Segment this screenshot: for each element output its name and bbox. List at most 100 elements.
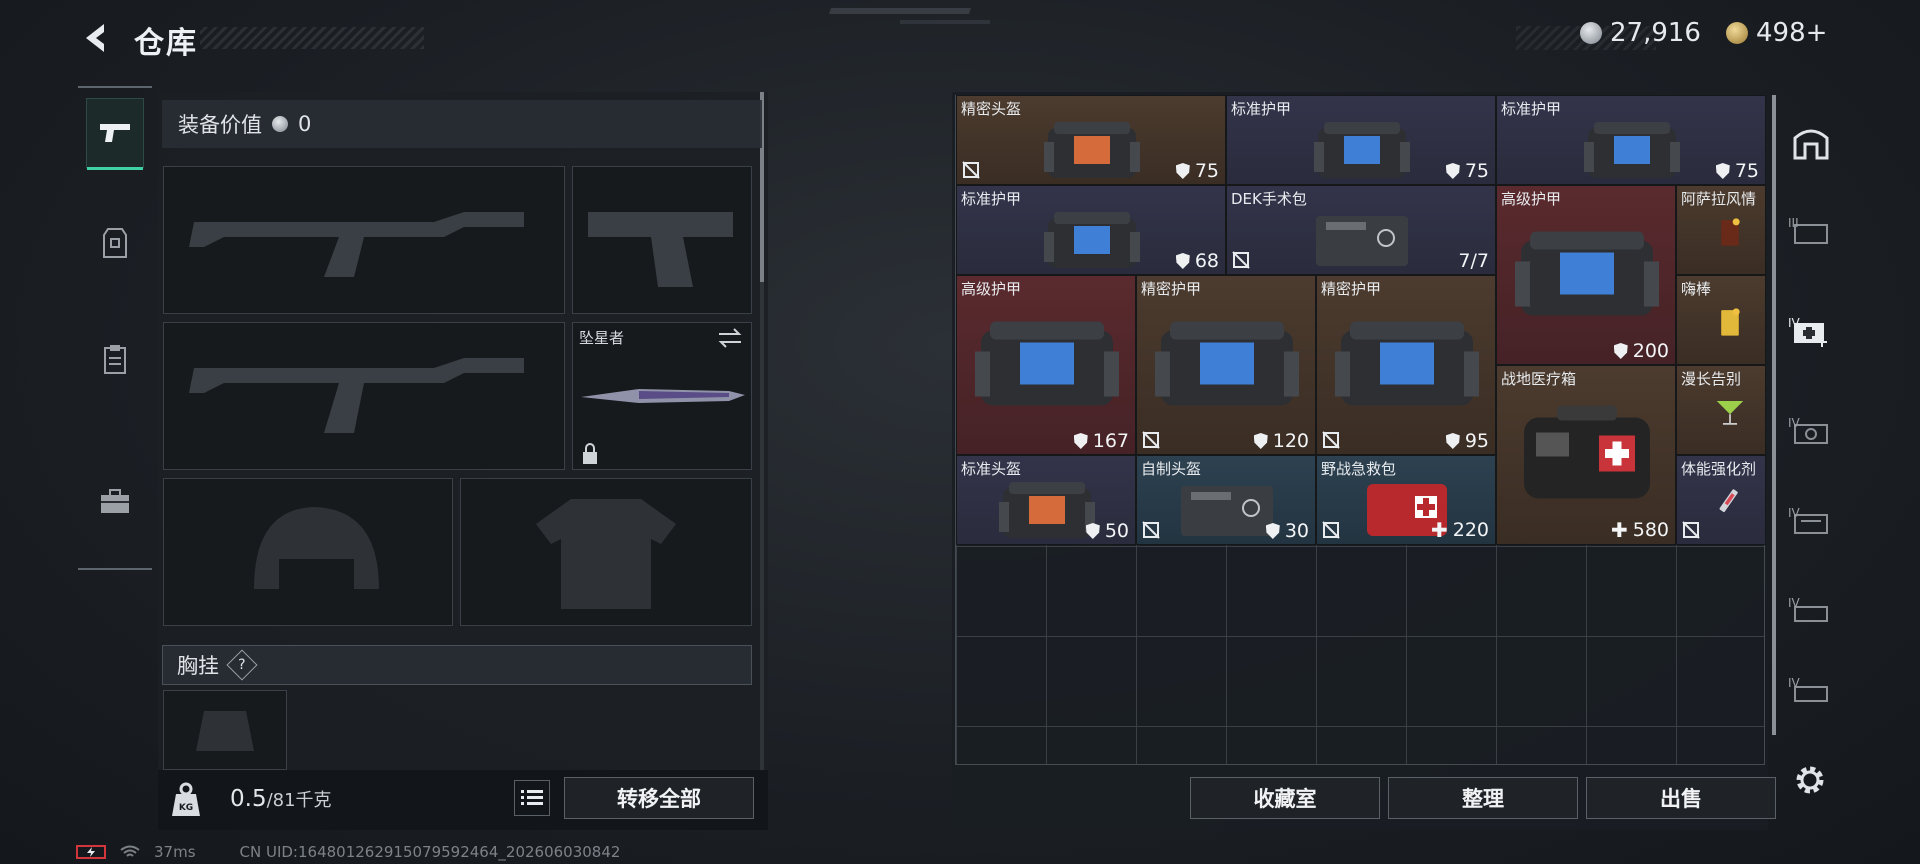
item-value: 580 <box>1632 519 1669 541</box>
nav-weapon-tab[interactable] <box>86 98 144 170</box>
swap-icon[interactable] <box>717 327 743 349</box>
melee-slot[interactable]: 坠星者 <box>572 322 752 470</box>
battery-icon <box>76 845 106 859</box>
primary-weapon-slot[interactable] <box>163 166 565 314</box>
item-durability: 167 <box>1073 430 1129 452</box>
transfer-all-button[interactable]: 转移全部 <box>564 777 754 819</box>
item-name: 高级护甲 <box>961 280 1022 298</box>
melee-name: 坠星者 <box>579 329 625 347</box>
silver-coin-icon <box>1580 22 1602 44</box>
gold-currency[interactable]: 498+ <box>1726 18 1827 48</box>
inventory-item[interactable]: 精密护甲 120 <box>1136 275 1316 455</box>
settings-button[interactable] <box>1792 762 1828 798</box>
inventory-item[interactable]: 标准护甲 75 <box>1496 95 1766 185</box>
inventory-item[interactable]: 漫长告别 <box>1676 365 1766 455</box>
armor-icon <box>1314 122 1410 178</box>
page-title: 仓库 <box>134 26 198 61</box>
inventory-item[interactable]: 战地医疗箱 ✚ 580 <box>1496 365 1676 545</box>
item-value: 30 <box>1284 520 1309 542</box>
rifle-silhouette-icon <box>189 212 524 277</box>
storage-tab-main[interactable] <box>1782 102 1840 182</box>
silver-amount: 27,916 <box>1610 18 1701 48</box>
chest-rig-slot[interactable] <box>163 690 287 770</box>
item-durability: 7/7 <box>1458 250 1489 272</box>
inventory-item[interactable]: 标准护甲 75 <box>1226 95 1496 185</box>
item-durability: ✚ 580 <box>1611 518 1669 542</box>
medical-box-icon <box>1524 405 1650 499</box>
item-value: 75 <box>1464 160 1489 182</box>
no-insurance-icon <box>1682 521 1700 539</box>
inventory-item[interactable]: 高级护甲 167 <box>956 275 1136 455</box>
inventory-item[interactable]: 标准护甲 68 <box>956 185 1226 275</box>
weight-readout: 0.5/81千克 <box>230 786 332 812</box>
inventory-item[interactable]: 精密头盔 75 <box>956 95 1226 185</box>
sell-button[interactable]: 出售 <box>1586 777 1776 819</box>
storage-tab-2[interactable]: III <box>1782 192 1840 272</box>
item-durability: 200 <box>1613 340 1669 362</box>
item-value: 75 <box>1734 160 1759 182</box>
inventory-item[interactable]: 野战急救包 ✚ 220 <box>1316 455 1496 545</box>
item-name: 精密护甲 <box>1141 280 1202 298</box>
lock-icon <box>583 443 597 464</box>
no-insurance-icon <box>962 161 980 179</box>
item-durability: ✚ 220 <box>1431 518 1489 542</box>
shield-icon <box>1085 523 1100 539</box>
item-value: 167 <box>1092 430 1129 452</box>
list-view-button[interactable] <box>514 780 550 816</box>
item-name: 阿萨拉风情 <box>1681 190 1757 208</box>
item-value: 68 <box>1194 250 1219 272</box>
shield-icon <box>1073 433 1088 449</box>
helmet-slot[interactable] <box>163 478 453 626</box>
helmet-silhouette-icon <box>254 507 379 589</box>
storage-tab-7[interactable]: IV <box>1782 652 1840 732</box>
clipboard-icon <box>104 345 126 374</box>
heal-icon: ✚ <box>1610 518 1628 542</box>
storage-tab-3[interactable]: IV <box>1782 292 1840 372</box>
pistol-slot[interactable] <box>572 166 752 314</box>
item-name: 自制头盔 <box>1141 460 1202 478</box>
item-durability: 95 <box>1445 430 1489 452</box>
collection-button[interactable]: 收藏室 <box>1190 777 1380 819</box>
inventory-item[interactable]: DEK手术包 7/7 <box>1226 185 1496 275</box>
body-armor-slot[interactable] <box>460 478 752 626</box>
inventory-item[interactable]: 阿萨拉风情 <box>1676 185 1766 275</box>
nav-armor-tab[interactable] <box>86 208 144 278</box>
help-icon[interactable]: ? <box>226 649 258 681</box>
knife-icon <box>581 389 745 403</box>
drink-icon <box>1721 218 1740 246</box>
chest-rig-header: 胸挂 ? <box>162 645 752 685</box>
no-insurance-icon <box>1322 431 1340 449</box>
item-durability: 75 <box>1445 160 1489 182</box>
weight-max: /81千克 <box>266 790 332 811</box>
drink-icon <box>1721 308 1740 336</box>
nav-backpack-tab[interactable] <box>86 324 144 394</box>
item-durability: 75 <box>1175 160 1219 182</box>
gear-icon <box>1796 766 1824 794</box>
storage-tab-5[interactable]: IV <box>1782 482 1840 562</box>
inventory-item[interactable]: 嗨棒 <box>1676 275 1766 365</box>
secondary-weapon-slot[interactable] <box>163 322 565 470</box>
storage-scrollbar[interactable] <box>1772 95 1776 735</box>
item-value: 50 <box>1104 520 1129 542</box>
inventory-item[interactable]: 自制头盔 30 <box>1136 455 1316 545</box>
silver-currency[interactable]: 27,916 <box>1580 18 1701 48</box>
storage-tab-6[interactable]: IV <box>1782 572 1840 652</box>
organize-button[interactable]: 整理 <box>1388 777 1578 819</box>
item-name: 嗨棒 <box>1681 280 1712 298</box>
nav-case-tab[interactable] <box>86 466 144 536</box>
item-durability: 50 <box>1085 520 1129 542</box>
inventory-item[interactable]: 体能强化剂 <box>1676 455 1766 545</box>
inventory-item[interactable]: 标准头盔 50 <box>956 455 1136 545</box>
back-button[interactable] <box>78 20 114 56</box>
item-name: 高级护甲 <box>1501 190 1562 208</box>
storage-tab-4[interactable]: IV <box>1782 392 1840 472</box>
item-durability: 30 <box>1265 520 1309 542</box>
inventory-item[interactable]: 精密护甲 95 <box>1316 275 1496 455</box>
background-streak <box>828 8 972 14</box>
item-name: 精密头盔 <box>961 100 1022 118</box>
item-value: 75 <box>1194 160 1219 182</box>
shield-icon <box>1253 433 1268 449</box>
helmet-icon <box>999 482 1095 538</box>
item-value: 7/7 <box>1458 250 1489 272</box>
inventory-item[interactable]: 高级护甲 200 <box>1496 185 1676 365</box>
